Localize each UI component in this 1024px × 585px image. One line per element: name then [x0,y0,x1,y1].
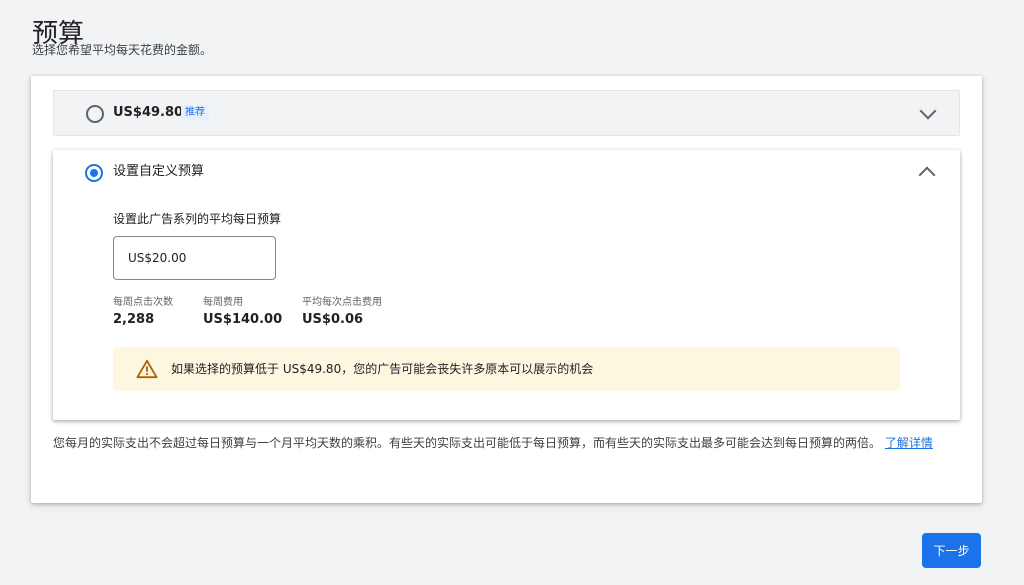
custom-budget-option: 设置自定义预算 设置此广告系列的平均每日预算 每周点击次数 2,288 每周费用… [53,150,960,420]
spending-footnote: 您每月的实际支出不会超过每日预算与一个月平均天数的乘积。有些天的实际支出可能低于… [53,434,953,453]
spending-footnote-text: 您每月的实际支出不会超过每日预算与一个月平均天数的乘积。有些天的实际支出可能低于… [53,436,882,450]
recommended-budget-price: US$49.80 [113,105,184,120]
recommended-budget-option[interactable]: US$49.80 推荐 [53,90,960,136]
weekly-cost-label: 每周费用 [203,297,243,308]
custom-budget-radio[interactable] [85,164,103,182]
recommended-budget-radio[interactable] [86,105,104,123]
weekly-cost-value: US$140.00 [203,312,283,327]
weekly-clicks-value: 2,288 [113,312,155,327]
daily-budget-input[interactable] [113,236,276,280]
weekly-clicks-stat: 每周点击次数 2,288 [113,296,173,330]
budget-warning: 如果选择的预算低于 US$49.80，您的广告可能会丧失许多原本可以展示的机会 [113,347,900,391]
avg-cpc-stat: 平均每次点击费用 US$0.06 [302,296,382,330]
chevron-up-icon[interactable] [918,166,936,184]
chevron-down-icon[interactable] [919,102,937,120]
next-button[interactable]: 下一步 [922,533,981,568]
page-subtitle: 选择您希望平均每天花费的金额。 [32,43,213,57]
daily-budget-field-label: 设置此广告系列的平均每日预算 [113,212,282,226]
recommended-badge: 推荐 [181,105,209,121]
learn-more-link[interactable]: 了解详情 [885,436,933,450]
avg-cpc-label: 平均每次点击费用 [302,297,382,308]
avg-cpc-value: US$0.06 [302,312,364,327]
weekly-clicks-label: 每周点击次数 [113,297,173,308]
budget-card: US$49.80 推荐 设置自定义预算 设置此广告系列的平均每日预算 每周点击次… [31,76,982,503]
custom-budget-label: 设置自定义预算 [113,164,205,179]
warning-icon [136,359,158,379]
budget-warning-text: 如果选择的预算低于 US$49.80，您的广告可能会丧失许多原本可以展示的机会 [171,362,594,376]
weekly-cost-stat: 每周费用 US$140.00 [203,296,282,330]
